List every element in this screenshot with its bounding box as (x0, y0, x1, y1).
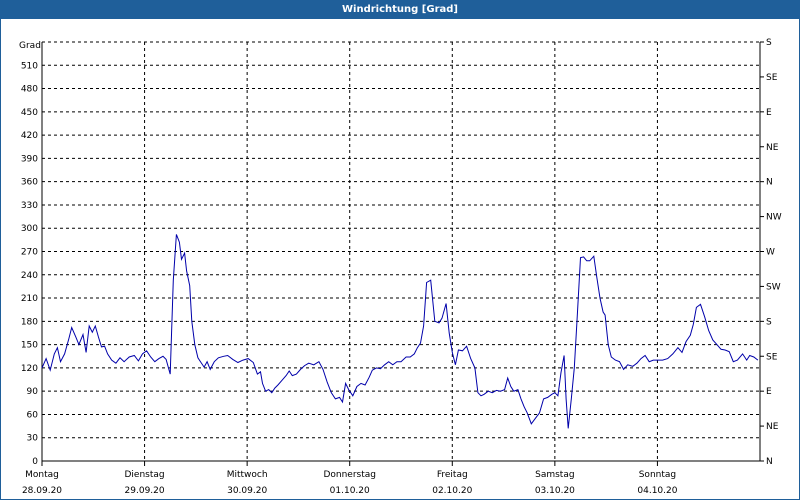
y2-tick-label: SE (766, 73, 778, 83)
y-tick-label: 30 (27, 434, 39, 444)
y-tick-label: 330 (21, 201, 38, 211)
y-tick-label: 60 (27, 410, 39, 420)
y2-axis-labels: N NE E SE S SW W NW N NE E SE S (766, 38, 782, 467)
x-tick-weekday: Dienstag (125, 470, 165, 480)
y-tick-label: 150 (21, 341, 38, 351)
y-tick-label: 300 (21, 224, 38, 234)
axes (41, 41, 764, 466)
x-axis-labels: Montag 28.09.20 Dienstag 29.09.20 Mittwoch 30… (22, 470, 678, 496)
x-tick-date: 03.10.20 (535, 486, 575, 496)
y2-tick-label: E (766, 387, 772, 397)
y2-tick-label: SW (766, 282, 781, 292)
y2-tick-label: SE (766, 352, 778, 362)
y-tick-label: 210 (21, 294, 38, 304)
series-line (41, 234, 759, 429)
x-tick-weekday: Sonntag (639, 470, 676, 480)
y2-tick-label: NE (766, 143, 779, 153)
x-tick-date: 28.09.20 (22, 486, 62, 496)
y-axis-title: Grad (19, 41, 41, 51)
x-tick-weekday: Freitag (437, 470, 468, 480)
y-tick-label: 0 (32, 457, 38, 467)
y2-tick-label: NE (766, 422, 779, 432)
y-tick-label: 120 (21, 364, 38, 374)
x-tick-weekday: Samstag (535, 470, 574, 480)
x-tick-date: 29.09.20 (125, 486, 165, 496)
y-tick-label: 390 (21, 154, 38, 164)
x-tick-date: 02.10.20 (432, 486, 472, 496)
y-tick-label: 360 (21, 178, 38, 188)
y-tick-label: 270 (21, 248, 38, 258)
chart-window: Windrichtung [Grad] 0 30 60 90 120 150 180 210 2… (0, 0, 800, 500)
y-tick-label: 420 (21, 131, 38, 141)
x-tick-weekday: Montag (25, 470, 59, 480)
y2-tick-label: W (766, 248, 775, 258)
y2-tick-label: NW (766, 213, 782, 223)
y-tick-label: 240 (21, 271, 38, 281)
y2-tick-label: S (766, 317, 772, 327)
x-tick-weekday: Mittwoch (227, 470, 268, 480)
y-tick-label: 90 (27, 387, 39, 397)
x-tick-date: 01.10.20 (330, 486, 370, 496)
y-tick-label: 510 (21, 61, 38, 71)
x-tick-date: 30.09.20 (227, 486, 267, 496)
y2-tick-label: E (766, 108, 772, 118)
x-tick-date: 04.10.20 (637, 486, 677, 496)
y-tick-label: 180 (21, 317, 38, 327)
y-axis-labels: 0 30 60 90 120 150 180 210 240 270 300 330 360 390 420… (21, 61, 38, 467)
y2-tick-label: S (766, 38, 772, 48)
y-tick-label: 450 (21, 108, 38, 118)
y2-tick-label: N (766, 178, 773, 188)
x-tick-weekday: Donnerstag (323, 470, 376, 480)
y-tick-label: 480 (21, 85, 38, 95)
y2-tick-label: N (766, 457, 773, 467)
line-chart: 0 30 60 90 120 150 180 210 240 270 300 330 360 390 420… (19, 38, 782, 496)
grid-lines (42, 41, 760, 461)
series-group (41, 234, 759, 429)
